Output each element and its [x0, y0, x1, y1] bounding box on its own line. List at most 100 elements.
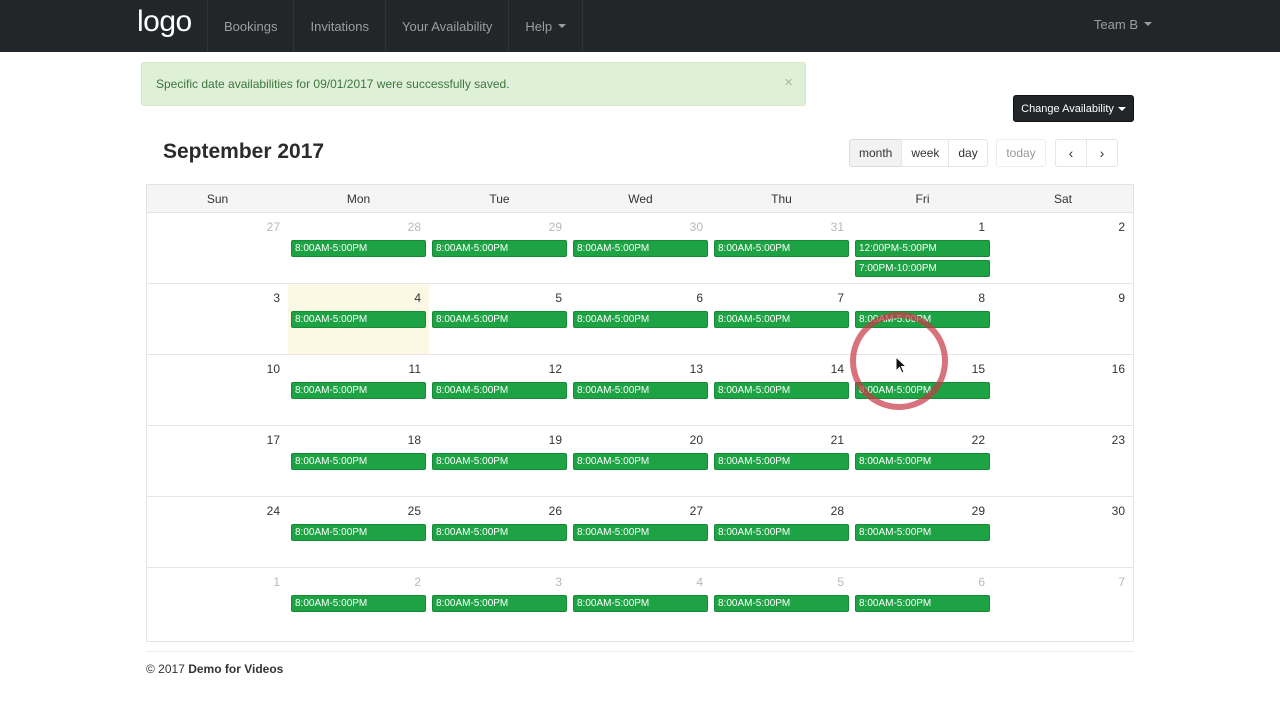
calendar-day-cell[interactable]: 29 8:00AM-5:00PM — [429, 213, 570, 283]
availability-event[interactable]: 8:00AM-5:00PM — [432, 524, 567, 541]
today-button[interactable]: today — [996, 139, 1046, 167]
calendar-day-cell[interactable]: 20 8:00AM-5:00PM — [570, 426, 711, 496]
calendar-day-cell[interactable]: 31 8:00AM-5:00PM — [711, 213, 852, 283]
availability-event[interactable]: 8:00AM-5:00PM — [291, 240, 426, 257]
change-availability-button[interactable]: Change Availability — [1013, 95, 1134, 122]
calendar-day-cell[interactable]: 29 8:00AM-5:00PM — [852, 497, 993, 567]
availability-event[interactable]: 8:00AM-5:00PM — [432, 240, 567, 257]
calendar-day-cell[interactable]: 19 8:00AM-5:00PM — [429, 426, 570, 496]
calendar-day-cell[interactable]: 22 8:00AM-5:00PM — [852, 426, 993, 496]
calendar-day-cell[interactable]: 28 8:00AM-5:00PM — [288, 213, 429, 283]
calendar-day-cell[interactable]: 28 8:00AM-5:00PM — [711, 497, 852, 567]
nav-item-label: Help — [525, 18, 553, 34]
calendar-day-cell[interactable]: 6 8:00AM-5:00PM — [570, 284, 711, 354]
availability-event[interactable]: 8:00AM-5:00PM — [573, 453, 708, 470]
month-view-button[interactable]: month — [849, 139, 903, 167]
availability-event[interactable]: 8:00AM-5:00PM — [573, 240, 708, 257]
calendar-day-cell[interactable]: 13 8:00AM-5:00PM — [570, 355, 711, 425]
calendar-week-row: 24 25 8:00AM-5:00PM 26 8:00AM-5:00PM 27 8:00AM… — [147, 497, 1133, 568]
calendar-day-cell[interactable]: 6 8:00AM-5:00PM — [852, 568, 993, 640]
availability-event[interactable]: 8:00AM-5:00PM — [714, 595, 849, 612]
availability-event[interactable]: 8:00AM-5:00PM — [714, 382, 849, 399]
calendar-day-cell[interactable]: 27 8:00AM-5:00PM — [570, 497, 711, 567]
calendar-day-cell[interactable]: 21 8:00AM-5:00PM — [711, 426, 852, 496]
prev-month-button[interactable]: ‹ — [1055, 139, 1087, 167]
day-view-button[interactable]: day — [948, 139, 988, 167]
day-number: 28 — [830, 504, 844, 518]
calendar-day-cell[interactable]: 4 8:00AM-5:00PM — [288, 284, 429, 354]
availability-event[interactable]: 8:00AM-5:00PM — [432, 382, 567, 399]
availability-event[interactable]: 8:00AM-5:00PM — [573, 524, 708, 541]
availability-event[interactable]: 8:00AM-5:00PM — [432, 595, 567, 612]
availability-event[interactable]: 8:00AM-5:00PM — [714, 240, 849, 257]
day-number: 17 — [266, 433, 280, 447]
availability-event[interactable]: 12:00PM-5:00PM — [855, 240, 990, 257]
availability-event[interactable]: 8:00AM-5:00PM — [855, 311, 990, 328]
day-number: 12 — [548, 362, 562, 376]
calendar-day-cell[interactable]: 7 8:00AM-5:00PM — [711, 284, 852, 354]
calendar-day-cell[interactable]: 4 8:00AM-5:00PM — [570, 568, 711, 640]
logo[interactable]: logo — [137, 4, 192, 40]
availability-event[interactable]: 8:00AM-5:00PM — [714, 453, 849, 470]
availability-event[interactable]: 8:00AM-5:00PM — [291, 595, 426, 612]
availability-event[interactable]: 8:00AM-5:00PM — [855, 524, 990, 541]
availability-event[interactable]: 8:00AM-5:00PM — [291, 311, 426, 328]
calendar-day-cell[interactable]: 8 8:00AM-5:00PM — [852, 284, 993, 354]
availability-event[interactable]: 8:00AM-5:00PM — [714, 524, 849, 541]
availability-event[interactable]: 8:00AM-5:00PM — [432, 311, 567, 328]
availability-event[interactable]: 8:00AM-5:00PM — [855, 453, 990, 470]
availability-event[interactable]: 7:00PM-10:00PM — [855, 260, 990, 277]
calendar-day-cell[interactable]: 24 — [147, 497, 288, 567]
calendar-day-cell[interactable]: 25 8:00AM-5:00PM — [288, 497, 429, 567]
availability-event[interactable]: 8:00AM-5:00PM — [291, 382, 426, 399]
availability-event[interactable]: 8:00AM-5:00PM — [573, 595, 708, 612]
nav-item-bookings[interactable]: Bookings — [207, 0, 293, 52]
calendar-day-cell[interactable]: 11 8:00AM-5:00PM — [288, 355, 429, 425]
calendar-day-cell[interactable]: 7 — [993, 568, 1133, 640]
calendar-day-cell[interactable]: 27 — [147, 213, 288, 283]
availability-event[interactable]: 8:00AM-5:00PM — [573, 311, 708, 328]
calendar-day-cell[interactable]: 3 8:00AM-5:00PM — [429, 568, 570, 640]
calendar-day-cell[interactable]: 15 8:00AM-5:00PM — [852, 355, 993, 425]
calendar-day-cell[interactable]: 2 — [993, 213, 1133, 283]
month-calendar: Sun Mon Tue Wed Thu Fri Sat 27 28 8:00AM-5:00PM 2… — [146, 184, 1134, 642]
calendar-week-row: 10 11 8:00AM-5:00PM 12 8:00AM-5:00PM 13 8:00AM… — [147, 355, 1133, 426]
calendar-day-cell[interactable]: 5 8:00AM-5:00PM — [429, 284, 570, 354]
availability-event[interactable]: 8:00AM-5:00PM — [291, 524, 426, 541]
availability-event[interactable]: 8:00AM-5:00PM — [432, 453, 567, 470]
nav-item-invitations[interactable]: Invitations — [293, 0, 385, 52]
calendar-day-cell[interactable]: 1 12:00PM-5:00PM 7:00PM-10:00PM — [852, 213, 993, 283]
day-of-week-wed: Wed — [628, 191, 653, 206]
calendar-day-cell[interactable]: 26 8:00AM-5:00PM — [429, 497, 570, 567]
calendar-day-cell[interactable]: 17 — [147, 426, 288, 496]
calendar-day-cell[interactable]: 10 — [147, 355, 288, 425]
calendar-day-cell[interactable]: 30 — [993, 497, 1133, 567]
availability-event[interactable]: 8:00AM-5:00PM — [855, 595, 990, 612]
day-number: 25 — [407, 504, 421, 518]
team-dropdown[interactable]: Team B — [1094, 0, 1152, 48]
day-number: 26 — [548, 504, 562, 518]
day-number: 27 — [689, 504, 703, 518]
calendar-day-cell[interactable]: 1 — [147, 568, 288, 640]
availability-event[interactable]: 8:00AM-5:00PM — [714, 311, 849, 328]
day-number: 13 — [689, 362, 703, 376]
calendar-day-cell[interactable]: 16 — [993, 355, 1133, 425]
calendar-day-cell[interactable]: 5 8:00AM-5:00PM — [711, 568, 852, 640]
week-view-button[interactable]: week — [901, 139, 950, 167]
calendar-day-cell[interactable]: 23 — [993, 426, 1133, 496]
calendar-day-cell[interactable]: 12 8:00AM-5:00PM — [429, 355, 570, 425]
availability-event[interactable]: 8:00AM-5:00PM — [291, 453, 426, 470]
availability-event[interactable]: 8:00AM-5:00PM — [855, 382, 990, 399]
caret-down-icon — [1144, 22, 1152, 26]
next-month-button[interactable]: › — [1086, 139, 1118, 167]
availability-event[interactable]: 8:00AM-5:00PM — [573, 382, 708, 399]
nav-item-your-availability[interactable]: Your Availability — [385, 0, 508, 52]
calendar-day-cell[interactable]: 3 — [147, 284, 288, 354]
nav-item-help[interactable]: Help — [508, 0, 584, 52]
calendar-day-cell[interactable]: 9 — [993, 284, 1133, 354]
calendar-day-cell[interactable]: 14 8:00AM-5:00PM — [711, 355, 852, 425]
calendar-day-cell[interactable]: 2 8:00AM-5:00PM — [288, 568, 429, 640]
calendar-day-cell[interactable]: 18 8:00AM-5:00PM — [288, 426, 429, 496]
close-icon[interactable]: × — [784, 75, 793, 91]
calendar-day-cell[interactable]: 30 8:00AM-5:00PM — [570, 213, 711, 283]
